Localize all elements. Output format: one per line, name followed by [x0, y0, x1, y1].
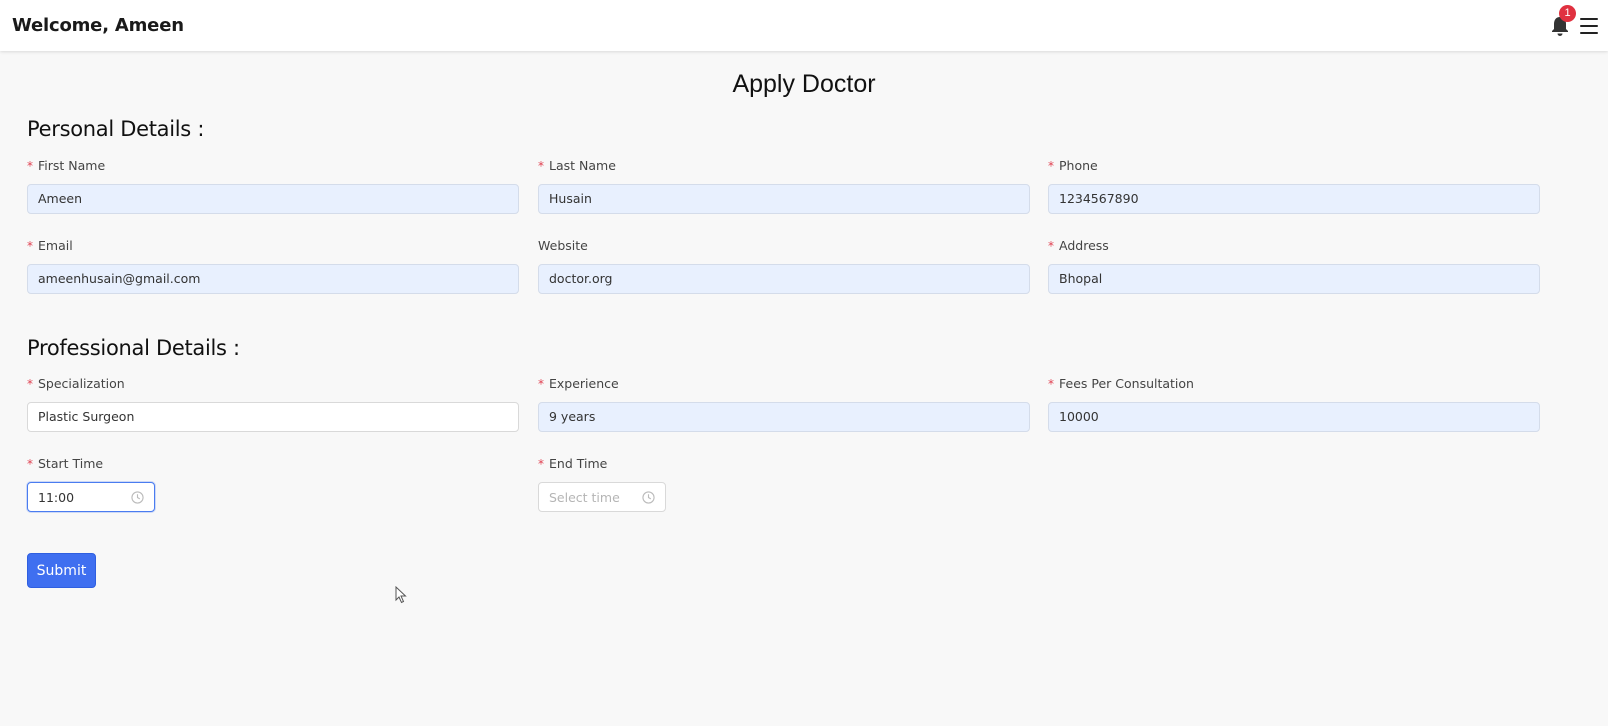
website-input[interactable]: doctor.org	[538, 264, 1030, 294]
fees-label: Fees Per Consultation	[1059, 376, 1194, 391]
required-marker: *	[27, 457, 33, 471]
fees-input[interactable]: 10000	[1048, 402, 1540, 432]
first-name-label: First Name	[38, 158, 106, 173]
personal-details-heading: Personal Details :	[27, 117, 205, 141]
required-marker: *	[1048, 159, 1054, 173]
notification-badge: 1	[1559, 4, 1576, 22]
topbar-actions: 1	[1550, 0, 1598, 51]
last-name-field: * Last Name Husain	[538, 157, 1030, 214]
first-name-field: * First Name Ameen	[27, 157, 519, 214]
page-title: Apply Doctor	[732, 70, 876, 98]
last-name-input[interactable]: Husain	[538, 184, 1030, 214]
required-marker: *	[1048, 377, 1054, 391]
required-marker: *	[538, 159, 544, 173]
address-input[interactable]: Bhopal	[1048, 264, 1540, 294]
email-field: * Email ameenhusain@gmail.com	[27, 237, 519, 294]
phone-label: Phone	[1059, 158, 1098, 173]
address-field: * Address Bhopal	[1048, 237, 1540, 294]
last-name-label: Last Name	[549, 158, 616, 173]
hamburger-menu-icon[interactable]	[1580, 17, 1598, 34]
address-label: Address	[1059, 238, 1109, 253]
fees-field: * Fees Per Consultation 10000	[1048, 375, 1540, 432]
experience-input[interactable]: 9 years	[538, 402, 1030, 432]
professional-details-heading: Professional Details :	[27, 336, 240, 360]
end-time-field: * End Time Select time	[538, 455, 1030, 512]
required-marker: *	[27, 159, 33, 173]
start-time-value: 11:00	[38, 489, 75, 505]
specialization-input[interactable]: Plastic Surgeon	[27, 402, 519, 432]
notifications-button[interactable]: 1	[1550, 4, 1576, 37]
welcome-text: Welcome, Ameen	[12, 15, 184, 36]
end-time-label: End Time	[549, 456, 608, 471]
specialization-field: * Specialization Plastic Surgeon	[27, 375, 519, 432]
required-marker: *	[1048, 239, 1054, 253]
end-time-picker[interactable]: Select time	[538, 482, 666, 512]
mouse-cursor-icon	[395, 586, 407, 604]
specialization-label: Specialization	[38, 376, 125, 391]
required-marker: *	[27, 377, 33, 391]
phone-field: * Phone 1234567890	[1048, 157, 1540, 214]
submit-button[interactable]: Submit	[27, 553, 96, 588]
clock-icon	[642, 490, 655, 504]
start-time-field: * Start Time 11:00	[27, 455, 519, 512]
experience-field: * Experience 9 years	[538, 375, 1030, 432]
website-field: Website doctor.org	[538, 237, 1030, 294]
experience-label: Experience	[549, 376, 619, 391]
start-time-picker[interactable]: 11:00	[27, 482, 155, 512]
start-time-label: Start Time	[38, 456, 104, 471]
top-navbar: Welcome, Ameen 1	[0, 0, 1608, 51]
clock-icon	[131, 490, 144, 504]
required-marker: *	[538, 377, 544, 391]
website-label: Website	[538, 238, 588, 253]
phone-input[interactable]: 1234567890	[1048, 184, 1540, 214]
end-time-placeholder: Select time	[549, 489, 620, 505]
required-marker: *	[538, 457, 544, 471]
required-marker: *	[27, 239, 33, 253]
email-input[interactable]: ameenhusain@gmail.com	[27, 264, 519, 294]
email-label: Email	[38, 238, 73, 253]
first-name-input[interactable]: Ameen	[27, 184, 519, 214]
